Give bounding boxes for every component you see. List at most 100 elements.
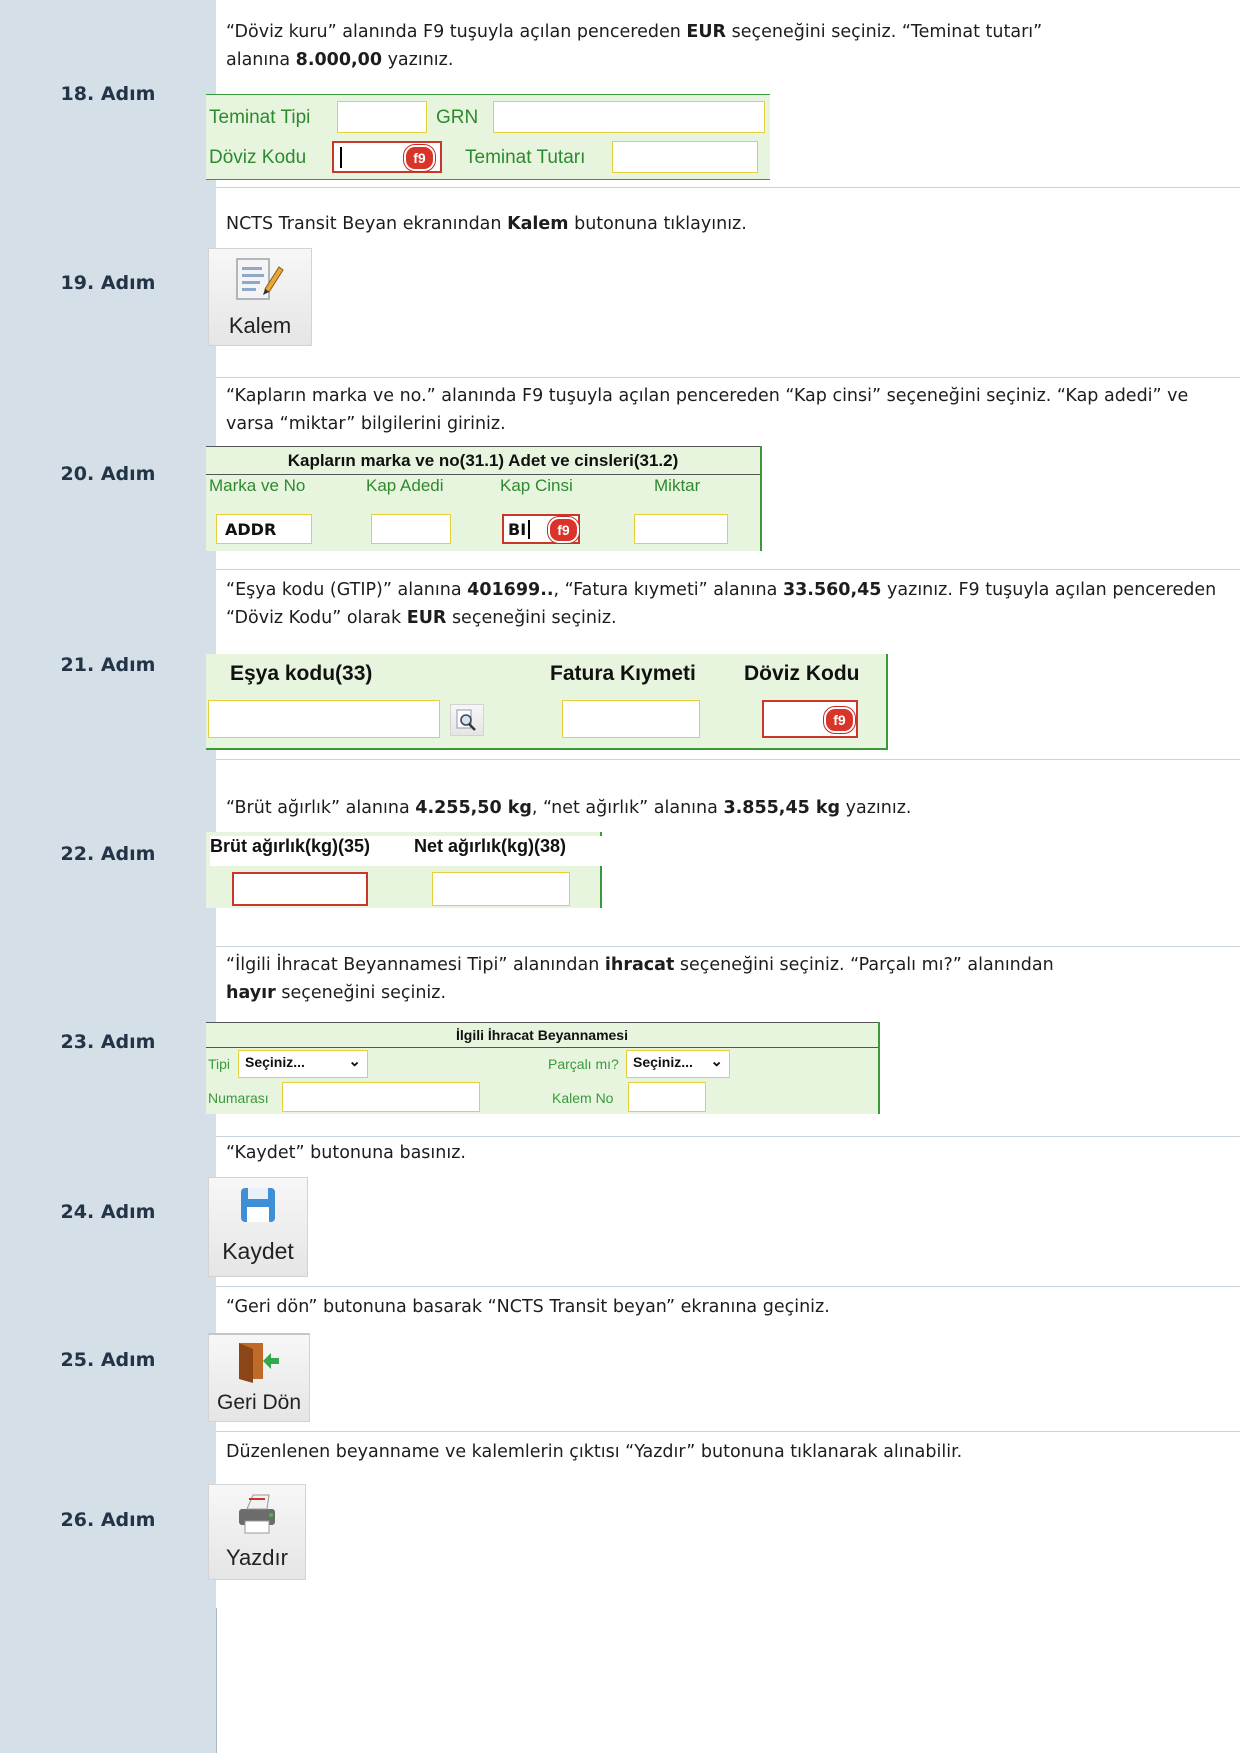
- step-instruction: “İlgili İhracat Beyannamesi Tipi” alanın…: [226, 955, 1054, 1003]
- yazdir-label: Yazdır: [226, 1545, 288, 1570]
- doviz-kodu-input[interactable]: f9: [332, 141, 442, 173]
- step-row: 26. Adım Düzenlenen beyanname ve kalemle…: [0, 1432, 1240, 1608]
- step-content: “İlgili İhracat Beyannamesi Tipi” alanın…: [206, 947, 1240, 1137]
- step-row: 19. Adım NCTS Transit Beyan ekranından K…: [0, 188, 1240, 379]
- kalem-label: Kalem: [228, 313, 292, 338]
- f9-lookup-icon[interactable]: f9: [824, 707, 855, 733]
- step-content: NCTS Transit Beyan ekranından Kalem buto…: [208, 188, 1240, 378]
- f9-lookup-icon[interactable]: f9: [548, 517, 579, 543]
- esya-kodu-input[interactable]: [208, 700, 440, 738]
- tipi-select-value: Seçiniz...: [245, 1054, 305, 1070]
- step-label-cell: 25. Adım: [0, 1287, 217, 1432]
- export-header: İlgili İhracat Beyannamesi: [206, 1022, 878, 1048]
- step-row: 25. Adım “Geri dön” butonuna basarak “NC…: [0, 1287, 1240, 1433]
- step-row: 21. Adım “Eşya kodu (GTIP)” alanına 4016…: [0, 570, 1240, 761]
- miktar-input[interactable]: [634, 514, 728, 544]
- tipi-select[interactable]: Seçiniz... ⌄: [238, 1050, 368, 1078]
- col-fatura-kiymeti: Fatura Kıymeti: [550, 662, 696, 685]
- label-tipi: Tipi: [208, 1056, 231, 1072]
- fatura-kiymeti-input[interactable]: [562, 700, 700, 738]
- step-content: “Döviz kuru” alanında F9 tuşuyla açılan …: [206, 0, 1240, 188]
- step-instruction: “Geri dön” butonuna basarak “NCTS Transi…: [226, 1297, 830, 1317]
- geri-don-button[interactable]: Geri Dön: [208, 1333, 310, 1422]
- col-marka-no: Marka ve No: [209, 476, 306, 495]
- label-numarasi: Numarası: [208, 1090, 269, 1106]
- parcali-select[interactable]: Seçiniz... ⌄: [626, 1050, 730, 1078]
- step-label: 23. Adım: [60, 1031, 156, 1053]
- step-label-cell: 23. Adım: [0, 947, 217, 1137]
- step-label-cell: 26. Adım: [0, 1432, 217, 1608]
- step-label: 20. Adım: [60, 463, 156, 485]
- step-instruction: “Eşya kodu (GTIP)” alanına 401699.., “Fa…: [226, 580, 1217, 628]
- col-miktar: Miktar: [654, 476, 701, 495]
- guarantee-form: Teminat Tipi GRN Döviz Kodu f9 Teminat T…: [206, 94, 770, 180]
- magnifier-icon: [456, 709, 476, 731]
- doviz-kodu-input[interactable]: f9: [762, 700, 858, 738]
- label-teminat-tipi: Teminat Tipi: [209, 107, 311, 128]
- step-row: 22. Adım “Brüt ağırlık” alanına 4.255,50…: [0, 760, 1240, 948]
- step-instruction: “Döviz kuru” alanında F9 tuşuyla açılan …: [226, 22, 1043, 70]
- teminat-tipi-input[interactable]: [337, 101, 427, 133]
- step-label: 25. Adım: [60, 1348, 156, 1371]
- step-instruction: “Kaydet” butonuna basınız.: [226, 1143, 466, 1163]
- kaydet-label: Kaydet: [222, 1238, 294, 1264]
- step-label: 24. Adım: [60, 1201, 156, 1223]
- kap-cinsi-input[interactable]: BI f9: [502, 514, 580, 544]
- kalem-button[interactable]: Kalem: [208, 248, 312, 346]
- step-row: 18. Adım “Döviz kuru” alanında F9 tuşuyl…: [0, 0, 1240, 189]
- parcali-select-value: Seçiniz...: [633, 1054, 693, 1070]
- numarasi-input[interactable]: [282, 1082, 480, 1112]
- step-content: “Geri dön” butonuna basarak “NCTS Transi…: [208, 1287, 1240, 1432]
- step-label: 26. Adım: [60, 1509, 156, 1531]
- net-agirlik-input[interactable]: [432, 872, 570, 906]
- step-label-cell: 24. Adım: [0, 1137, 217, 1287]
- step-label: 19. Adım: [60, 272, 156, 294]
- step-label: 21. Adım: [60, 654, 156, 676]
- col-kap-cinsi: Kap Cinsi: [500, 476, 573, 495]
- label-doviz-kodu: Döviz Kodu: [209, 147, 307, 168]
- step-label-cell: 18. Adım: [0, 0, 217, 188]
- step-instruction: “Brüt ağırlık” alanına 4.255,50 kg, “net…: [226, 798, 912, 818]
- f9-lookup-icon[interactable]: f9: [404, 145, 435, 171]
- step-row: 20. Adım “Kapların marka ve no.” alanınd…: [0, 378, 1240, 571]
- kap-adedi-input[interactable]: [371, 514, 451, 544]
- door-exit-icon: [239, 1343, 279, 1383]
- text-cursor: [528, 520, 530, 539]
- step-row: 23. Adım “İlgili İhracat Beyannamesi Tip…: [0, 947, 1240, 1138]
- step-instruction: NCTS Transit Beyan ekranından Kalem buto…: [226, 214, 747, 234]
- label-parcali: Parçalı mı?: [548, 1056, 619, 1072]
- kalem-no-input[interactable]: [628, 1082, 706, 1112]
- step-instruction: Düzenlenen beyanname ve kalemlerin çıktı…: [226, 1442, 963, 1462]
- export-declaration-form: İlgili İhracat Beyannamesi Tipi Seçiniz.…: [206, 1022, 880, 1114]
- printer-icon: [239, 1494, 275, 1534]
- label-kalem-no: Kalem No: [552, 1090, 614, 1106]
- marka-no-input[interactable]: ADDR: [216, 514, 312, 544]
- step-row: 24. Adım “Kaydet” butonuna basınız. Kayd…: [0, 1137, 1240, 1288]
- step-label-cell: 20. Adım: [0, 378, 217, 570]
- step-content: Düzenlenen beyanname ve kalemlerin çıktı…: [208, 1432, 1240, 1608]
- step-label-cell: 21. Adım: [0, 570, 217, 760]
- weight-form: Brüt ağırlık(kg)(35) Net ağırlık(kg)(38): [206, 832, 606, 908]
- step-label: 18. Adım: [60, 83, 156, 105]
- col-kap-adedi: Kap Adedi: [366, 476, 444, 495]
- text-cursor: [340, 147, 342, 168]
- teminat-tutari-input[interactable]: [612, 141, 758, 173]
- step-label-cell: 22. Adım: [0, 760, 217, 947]
- kaydet-button[interactable]: Kaydet: [208, 1177, 308, 1277]
- step-content: “Brüt ağırlık” alanına 4.255,50 kg, “net…: [206, 760, 1240, 947]
- floppy-disk-icon: [241, 1188, 275, 1222]
- brut-agirlik-input[interactable]: [232, 872, 368, 906]
- goods-form: Eşya kodu(33) Fatura Kıymeti Döviz Kodu …: [206, 654, 888, 750]
- search-button[interactable]: [450, 704, 484, 736]
- kap-cinsi-value: BI: [508, 520, 527, 539]
- chevron-down-icon: ⌄: [348, 1053, 361, 1070]
- step-content: “Eşya kodu (GTIP)” alanına 401699.., “Fa…: [206, 570, 1240, 760]
- chevron-down-icon: ⌄: [710, 1053, 723, 1070]
- geri-don-label: Geri Dön: [216, 1391, 302, 1414]
- col-esya-kodu: Eşya kodu(33): [230, 662, 373, 685]
- label-teminat-tutari: Teminat Tutarı: [465, 147, 586, 168]
- grn-input[interactable]: [493, 101, 765, 133]
- marka-no-value: ADDR: [225, 520, 277, 539]
- yazdir-button[interactable]: Yazdır: [208, 1484, 306, 1580]
- packages-form: Kapların marka ve no(31.1) Adet ve cinsl…: [206, 446, 762, 551]
